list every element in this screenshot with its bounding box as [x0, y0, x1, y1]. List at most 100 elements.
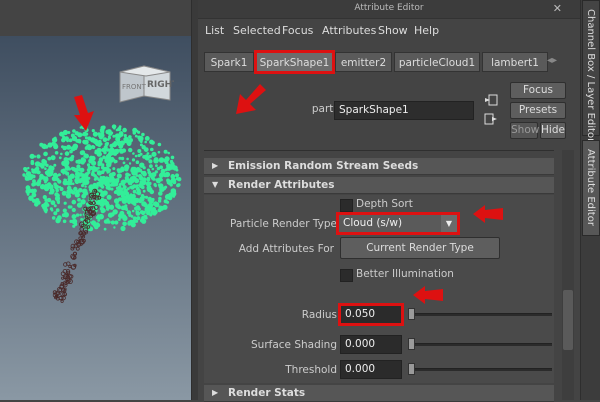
surface-shading-field[interactable]: 0.000	[340, 335, 402, 354]
render-type-dropdown[interactable]: Cloud (s/w) ▼	[336, 212, 460, 235]
node-name-field[interactable]: SparkShape1	[334, 101, 474, 120]
particle-dot	[97, 170, 101, 175]
add-attributes-label: Add Attributes For	[238, 243, 334, 255]
chevron-down-icon[interactable]: ▼	[441, 215, 457, 232]
tab-sparkshape1[interactable]: SparkShape1	[254, 50, 335, 74]
particle-dot	[120, 168, 125, 173]
particle-dot	[58, 156, 62, 160]
tab-channel-box[interactable]: Channel Box / Layer Editor	[582, 0, 600, 142]
particle-dot	[138, 183, 144, 189]
particle-dot	[104, 142, 109, 147]
particle-dot	[53, 163, 57, 167]
hide-button[interactable]: Hide	[540, 122, 566, 139]
particle-dot	[111, 179, 116, 183]
particle-dot	[49, 188, 55, 194]
radius-field[interactable]: 0.050	[338, 303, 404, 326]
surface-shading-slider[interactable]	[412, 343, 552, 346]
particle-dot	[74, 178, 80, 183]
menu-help[interactable]: Help	[414, 24, 439, 37]
particle-dot	[48, 171, 54, 177]
current-render-type-button[interactable]: Current Render Type	[340, 237, 500, 259]
particle-dot	[97, 219, 101, 222]
threshold-slider-handle[interactable]	[408, 363, 415, 375]
particle-dot	[141, 132, 145, 137]
particle-dot	[71, 182, 75, 185]
particle-dot	[102, 190, 107, 195]
close-icon[interactable]: ✕	[553, 2, 562, 15]
particle-dot	[120, 225, 126, 232]
particle-dot	[42, 195, 47, 200]
particle-dot	[54, 184, 60, 190]
particle-dot	[137, 149, 142, 153]
particle-dot	[75, 213, 80, 217]
better-illumination-checkbox[interactable]	[340, 269, 353, 282]
particle-dot	[172, 194, 176, 198]
particle-dot	[35, 198, 38, 201]
particle-dot	[43, 146, 46, 150]
scrollbar-thumb[interactable]	[563, 290, 573, 350]
output-connection-icon[interactable]	[484, 113, 498, 125]
particle-dot	[107, 212, 114, 218]
particle-dot	[32, 188, 37, 193]
particle-dot	[103, 227, 107, 231]
radius-slider-handle[interactable]	[408, 308, 415, 320]
particle-dot	[139, 140, 143, 144]
tab-spark1[interactable]: Spark1	[204, 52, 254, 72]
particle-dot	[100, 125, 106, 131]
particle-dot	[27, 173, 34, 180]
menu-selected[interactable]: Selected	[233, 24, 281, 37]
particle-dot	[175, 173, 179, 178]
menu-attributes[interactable]: Attributes	[322, 24, 376, 37]
attribute-scrollbar[interactable]	[562, 150, 574, 400]
particle-dot	[125, 208, 129, 211]
particle-dot	[152, 177, 156, 181]
particle-dot	[139, 152, 143, 156]
particle-dot	[64, 151, 70, 156]
input-connection-icon[interactable]	[484, 94, 498, 106]
attribute-panel: ▶ Emission Random Stream Seeds ▼ Render …	[204, 150, 554, 402]
particle-dot	[44, 176, 49, 181]
particle-dot	[95, 223, 101, 228]
surface-shading-slider-handle[interactable]	[408, 338, 415, 350]
depth-sort-checkbox[interactable]	[340, 199, 353, 212]
radius-slider[interactable]	[412, 313, 552, 316]
presets-button[interactable]: Presets	[510, 102, 566, 119]
particle-dot	[137, 207, 141, 211]
particle-dot	[158, 157, 165, 163]
section-render-stats[interactable]: ▶ Render Stats	[204, 385, 554, 402]
particle-dot	[164, 185, 168, 189]
viewport-3d[interactable]: FRONT RIGHT	[0, 0, 191, 400]
particle-dot	[83, 191, 89, 196]
tab-scroll-arrows-icon[interactable]: ◂▸	[547, 55, 557, 66]
particle-dot	[110, 220, 115, 225]
menu-show[interactable]: Show	[378, 24, 408, 37]
particle-dot	[63, 178, 66, 182]
particle-dot	[121, 179, 126, 185]
particle-dot	[146, 176, 151, 181]
menu-focus[interactable]: Focus	[282, 24, 313, 37]
particle-dot	[34, 202, 39, 207]
particle-dot	[113, 198, 120, 204]
section-emission-seeds[interactable]: ▶ Emission Random Stream Seeds	[204, 158, 554, 175]
tab-particlecloud1[interactable]: particleCloud1	[394, 52, 480, 72]
particle-dot	[108, 184, 112, 187]
show-button[interactable]: Show	[510, 122, 539, 139]
focus-button[interactable]: Focus	[510, 82, 566, 99]
tab-emitter2[interactable]: emitter2	[335, 52, 392, 72]
particle-dot	[138, 136, 144, 141]
particle-dot	[84, 185, 87, 188]
particle-dot	[157, 150, 161, 154]
particle-dot	[130, 185, 135, 190]
tab-attribute-editor[interactable]: Attribute Editor	[582, 140, 600, 236]
particle-dot	[149, 164, 153, 169]
tab-lambert1[interactable]: lambert1	[482, 52, 548, 72]
threshold-field[interactable]: 0.000	[340, 360, 402, 379]
threshold-slider[interactable]	[412, 368, 552, 371]
threshold-label: Threshold	[285, 364, 337, 376]
particle-dot	[128, 147, 133, 153]
particle-dot	[93, 177, 97, 181]
section-render-attributes[interactable]: ▼ Render Attributes	[204, 177, 554, 194]
render-type-label: Particle Render Type	[230, 218, 337, 230]
particle-dot	[120, 205, 126, 211]
menu-list[interactable]: List	[205, 24, 224, 37]
